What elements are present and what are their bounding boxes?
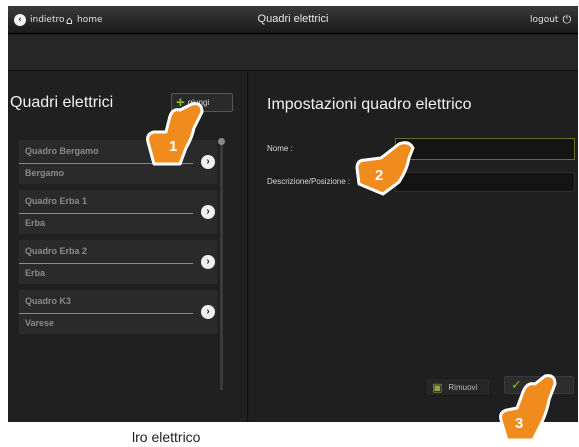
logout-button[interactable]: logout ⏻ <box>530 13 571 27</box>
board-name: Quadro Bergamo <box>25 146 99 156</box>
board-name: Quadro Erba 2 <box>25 246 88 256</box>
callout-1-number: 1 <box>169 138 177 155</box>
callout-2-pointer-icon: 2 <box>355 141 415 196</box>
callout-2-number: 2 <box>375 167 383 184</box>
list-item[interactable]: Quadro K3 Varese › <box>18 289 218 335</box>
callout-1-pointer-icon: 1 <box>146 102 204 166</box>
top-bar: ‹ indietro ⌂ home Quadri elettrici logou… <box>8 6 578 34</box>
chevron-right-icon[interactable]: › <box>201 255 215 269</box>
board-name: Quadro Erba 1 <box>25 196 88 206</box>
list-title: Quadri elettrici <box>10 94 114 111</box>
logout-label: logout <box>530 15 559 25</box>
divider <box>19 213 193 214</box>
divider <box>19 313 193 314</box>
scrollbar-track[interactable] <box>220 140 223 390</box>
board-name: Quadro K3 <box>25 296 72 306</box>
page-title: Quadri elettrici <box>257 13 329 25</box>
settings-panel: Impostazioni quadro elettrico Nome : Des… <box>249 72 578 422</box>
name-label: Nome : <box>267 144 293 153</box>
board-location: Bergamo <box>25 168 65 178</box>
power-icon: ⏻ <box>562 13 572 26</box>
app-window: ‹ indietro ⌂ home Quadri elettrici logou… <box>8 6 578 422</box>
scrollbar-thumb[interactable] <box>218 138 225 145</box>
callout-3-pointer-icon: 3 <box>499 374 557 442</box>
divider <box>19 263 193 264</box>
remove-label: Rimuovi <box>448 382 478 392</box>
board-location: Varese <box>25 318 55 328</box>
boards-list-panel: Quadri elettrici + giungi Quadro Bergamo… <box>8 72 248 422</box>
board-location: Erba <box>25 218 46 228</box>
remove-button[interactable]: ▣ Rimuovi <box>425 378 491 396</box>
trash-icon: ▣ <box>432 381 443 394</box>
description-label: Descrizione/Posizione : <box>267 177 351 186</box>
sub-toolbar <box>8 35 578 71</box>
chevron-right-icon[interactable]: › <box>201 305 215 319</box>
settings-title: Impostazioni quadro elettrico <box>267 96 472 113</box>
list-item[interactable]: Quadro Erba 2 Erba › <box>18 239 218 285</box>
list-item[interactable]: Quadro Erba 1 Erba › <box>18 189 218 235</box>
chevron-right-icon[interactable]: › <box>201 205 215 219</box>
caption-text: lro elettrico <box>132 429 201 445</box>
board-location: Erba <box>25 268 46 278</box>
callout-3-number: 3 <box>515 415 523 432</box>
